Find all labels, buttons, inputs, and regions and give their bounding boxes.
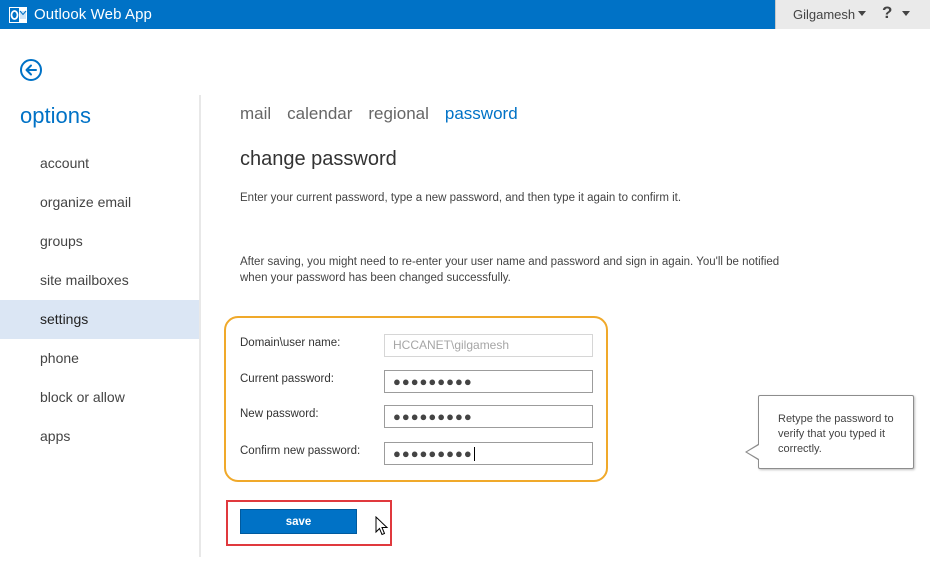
confirm-password-label: Confirm new password: bbox=[240, 445, 361, 457]
confirm-password-tooltip: Retype the password to verify that you t… bbox=[758, 395, 914, 469]
nav-item-settings[interactable]: settings bbox=[0, 300, 199, 339]
nav-item-groups[interactable]: groups bbox=[0, 222, 199, 261]
nav-item-block-or-allow[interactable]: block or allow bbox=[0, 378, 199, 417]
tab-regional[interactable]: regional bbox=[368, 104, 429, 124]
back-arrow-icon[interactable] bbox=[19, 58, 43, 82]
new-password-field[interactable]: ●●●●●●●●● bbox=[384, 405, 593, 428]
domain-user-field: HCCANET\gilgamesh bbox=[384, 334, 593, 357]
mouse-pointer-icon bbox=[375, 516, 389, 536]
nav-item-apps[interactable]: apps bbox=[0, 417, 199, 456]
text-caret bbox=[473, 446, 475, 461]
confirm-password-field[interactable]: ●●●●●●●●● bbox=[384, 442, 593, 465]
user-menu[interactable]: Gilgamesh ? bbox=[775, 0, 930, 29]
tooltip-arrow-inner bbox=[747, 445, 759, 459]
tab-calendar[interactable]: calendar bbox=[287, 104, 352, 124]
nav-item-phone[interactable]: phone bbox=[0, 339, 199, 378]
note-text: After saving, you might need to re-enter… bbox=[240, 256, 780, 284]
instructions-text: Enter your current password, type a new … bbox=[240, 192, 682, 204]
tab-mail[interactable]: mail bbox=[240, 104, 271, 124]
options-nav: account organize email groups site mailb… bbox=[0, 144, 199, 456]
section-title: change password bbox=[240, 148, 397, 170]
chevron-down-icon[interactable] bbox=[902, 11, 910, 16]
nav-item-organize-email[interactable]: organize email bbox=[0, 183, 199, 222]
outlook-logo-icon bbox=[9, 6, 27, 23]
new-password-label: New password: bbox=[240, 408, 319, 420]
top-bar: Outlook Web App Gilgamesh ? bbox=[0, 0, 930, 29]
nav-divider bbox=[199, 95, 201, 557]
brand[interactable]: Outlook Web App bbox=[8, 4, 152, 25]
chevron-down-icon[interactable] bbox=[858, 11, 866, 16]
domain-user-label: Domain\user name: bbox=[240, 337, 341, 349]
current-password-field[interactable]: ●●●●●●●●● bbox=[384, 370, 593, 393]
settings-tabs: mail calendar regional password bbox=[240, 104, 534, 124]
current-password-label: Current password: bbox=[240, 373, 334, 385]
help-icon[interactable]: ? bbox=[882, 3, 892, 23]
username[interactable]: Gilgamesh bbox=[793, 7, 855, 22]
confirm-password-value: ●●●●●●●●● bbox=[393, 446, 473, 461]
nav-item-account[interactable]: account bbox=[0, 144, 199, 183]
save-button[interactable]: save bbox=[240, 509, 357, 534]
options-title: options bbox=[20, 103, 91, 128]
nav-item-site-mailboxes[interactable]: site mailboxes bbox=[0, 261, 199, 300]
app-title: Outlook Web App bbox=[34, 6, 152, 23]
tab-password[interactable]: password bbox=[445, 104, 518, 124]
